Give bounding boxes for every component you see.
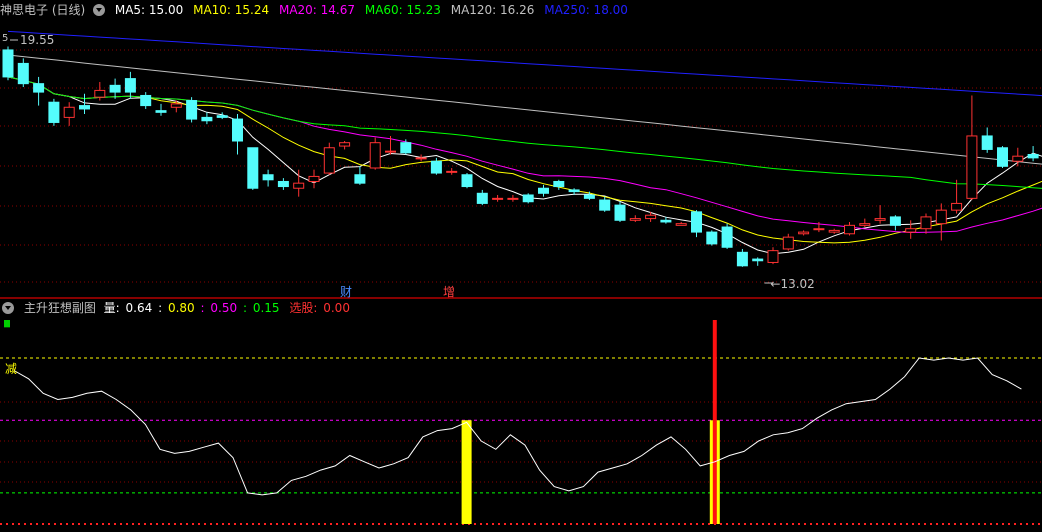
candle-body — [889, 216, 901, 226]
candle-body — [645, 214, 657, 220]
indicator-line — [13, 357, 1022, 496]
candle-body — [905, 228, 917, 233]
candle-body — [859, 223, 871, 226]
candle-body — [935, 209, 947, 225]
candle-body — [997, 147, 1008, 167]
candle-body — [2, 49, 14, 78]
candle-body — [599, 199, 611, 211]
ma60-line — [7, 76, 1042, 189]
candle-body — [262, 174, 274, 181]
candle-body — [782, 236, 794, 250]
candle-body — [385, 150, 396, 153]
high-price-label: 19.55 — [20, 33, 54, 47]
candle-body — [476, 192, 488, 204]
moving-averages — [7, 30, 1042, 255]
ma5-line — [7, 76, 1042, 255]
candle-body — [461, 174, 473, 188]
candle-body — [583, 194, 595, 199]
candle-body — [415, 157, 427, 160]
candle-body — [660, 219, 672, 223]
candle-body — [339, 142, 351, 147]
candle-body — [430, 160, 442, 174]
candle-body — [828, 229, 840, 233]
candle-body — [48, 101, 60, 123]
event-marker-zeng: 增 — [443, 285, 455, 299]
candle-body — [507, 197, 519, 200]
candle-body — [568, 189, 580, 193]
candle-body — [553, 180, 565, 188]
candle-body — [798, 231, 810, 235]
ma250-line — [7, 30, 1042, 97]
candle-body — [216, 115, 228, 118]
candle-body — [966, 135, 978, 199]
candle-body — [109, 84, 121, 93]
candle-body — [706, 231, 718, 245]
candle-body — [277, 180, 289, 188]
candle-body — [94, 89, 106, 98]
candle-body — [400, 142, 412, 154]
yellow-signal-bar — [461, 420, 472, 524]
candle-body — [1012, 155, 1024, 162]
candle-body — [844, 224, 855, 235]
candle-body — [293, 182, 305, 189]
candle-body — [721, 226, 733, 248]
top-mark: 5 — [2, 33, 8, 44]
event-marker-cai: 财 — [340, 285, 352, 299]
candle-body — [201, 116, 213, 122]
candle-body — [752, 258, 764, 262]
candle-body — [308, 175, 320, 182]
candle-body — [951, 202, 963, 211]
chart-labels: 5 19.55 ←13.02 财 增减 — [2, 33, 815, 376]
candle-body — [155, 110, 167, 113]
candle-body — [522, 194, 534, 203]
candle-body — [33, 83, 45, 93]
green-signal-bar — [4, 320, 10, 328]
candle-body — [629, 218, 641, 221]
indicator-panel — [0, 320, 1042, 524]
candlesticks — [2, 46, 1039, 267]
candle-body — [920, 216, 932, 230]
candle-body — [614, 204, 626, 221]
candle-body — [17, 62, 29, 85]
low-price-label: ←13.02 — [770, 277, 814, 291]
candle-body — [874, 218, 886, 221]
candle-body — [691, 211, 702, 233]
candle-body — [767, 250, 779, 263]
chart-canvas[interactable]: 5 19.55 ←13.02 财 增减 — [0, 0, 1042, 532]
candle-body — [492, 197, 504, 200]
candle-body — [354, 174, 366, 184]
candle-body — [446, 170, 458, 173]
candle-body — [170, 103, 182, 108]
red-signal-bar — [712, 320, 717, 524]
candle-body — [79, 105, 90, 110]
candle-body — [675, 223, 687, 226]
candle-body — [247, 147, 259, 189]
ma20-line — [7, 76, 1042, 234]
ma10-line — [7, 76, 1042, 244]
candle-body — [232, 118, 243, 142]
candle-body — [63, 106, 75, 118]
candle-body — [538, 187, 549, 194]
grid-lines — [0, 49, 1042, 525]
candle-body — [323, 147, 335, 174]
candle-body — [124, 78, 136, 93]
candle-body — [736, 251, 748, 267]
candle-body — [981, 135, 993, 150]
candle-body — [1027, 154, 1039, 159]
candle-body — [369, 142, 381, 169]
candle-body — [140, 94, 152, 107]
candle-body — [813, 228, 825, 231]
candle-body — [186, 100, 198, 120]
sub-mark: 减 — [5, 362, 17, 376]
